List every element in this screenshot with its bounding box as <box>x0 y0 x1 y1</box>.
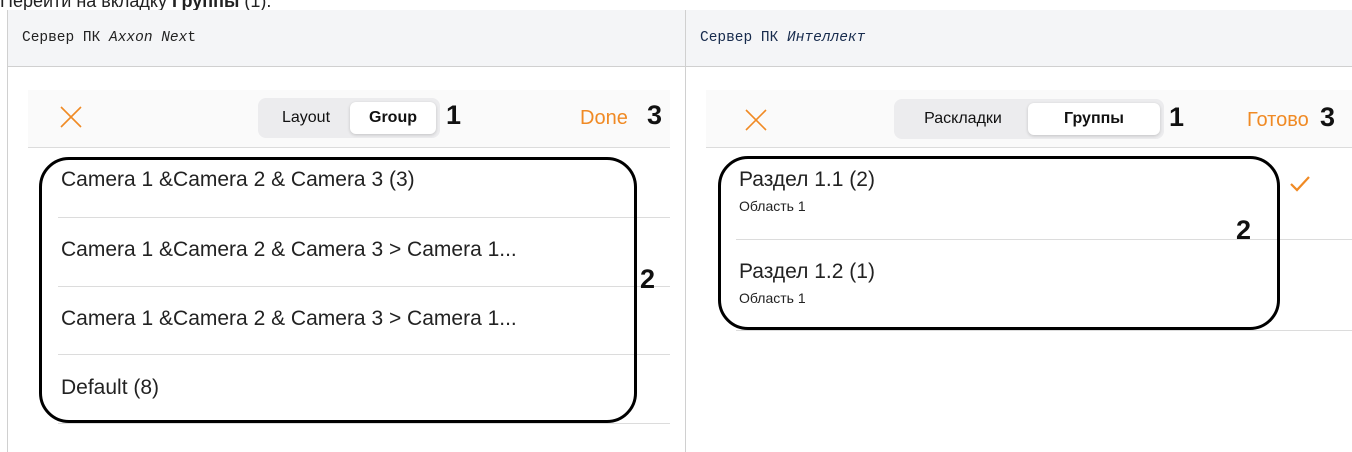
marker-1: 1 <box>1169 102 1185 132</box>
tab-groups[interactable]: Группы <box>1028 103 1160 135</box>
marker-3: 3 <box>1320 102 1336 132</box>
column-axxon-next: Сервер ПК Axxon Next Layout Group 1 Done… <box>8 10 686 452</box>
done-button[interactable]: Done <box>580 107 628 130</box>
close-icon[interactable] <box>741 105 771 135</box>
tab-layouts[interactable]: Раскладки <box>898 103 1028 135</box>
segmented-control: Раскладки Группы <box>894 99 1164 139</box>
marker-3: 3 <box>647 100 663 130</box>
column-header-axxon-next: Сервер ПК Axxon Next <box>8 10 685 67</box>
navigation-bar: Layout Group 1 Done 3 <box>28 90 670 148</box>
highlight-frame <box>718 156 1280 330</box>
marker-1: 1 <box>446 100 462 130</box>
marker-2: 2 <box>640 264 656 294</box>
highlight-frame <box>39 157 637 423</box>
tab-group[interactable]: Group <box>350 102 436 134</box>
segmented-control: Layout Group <box>258 98 440 138</box>
close-icon[interactable] <box>56 102 86 132</box>
done-button[interactable]: Готово <box>1247 109 1309 132</box>
app-screen-intellect: Раскладки Группы 1 Готово 3 Раздел 1.1 (… <box>706 90 1352 450</box>
column-intellect: Сервер ПК Интеллект Раскладки Группы 1 Г… <box>686 10 1352 452</box>
column-header-intellect: Сервер ПК Интеллект <box>686 10 1352 67</box>
navigation-bar: Раскладки Группы 1 Готово 3 <box>706 90 1352 148</box>
comparison-table: Сервер ПК Axxon Next Layout Group 1 Done… <box>7 10 1352 452</box>
marker-2: 2 <box>1236 215 1252 245</box>
tab-layout[interactable]: Layout <box>262 102 350 134</box>
app-screen-axxon-next: Layout Group 1 Done 3 Camera 1 &Camera 2… <box>28 90 670 450</box>
checkmark-icon <box>1290 176 1310 192</box>
